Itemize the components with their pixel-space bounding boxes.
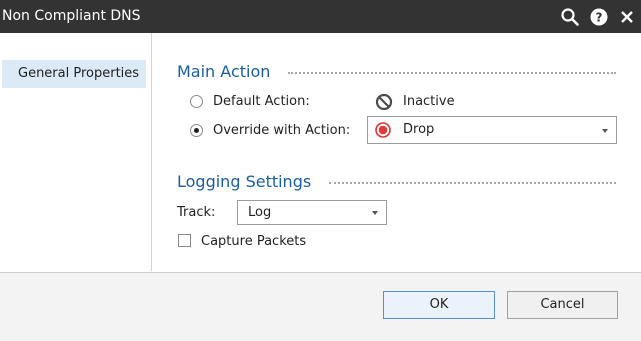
sidebar: General Properties <box>0 33 152 271</box>
sidebar-item-general-properties[interactable]: General Properties <box>2 60 146 88</box>
dialog-footer: OK Cancel <box>0 272 641 341</box>
main-action-heading: Main Action <box>177 62 271 81</box>
default-action-label: Default Action: <box>213 94 310 109</box>
override-action-label: Override with Action: <box>213 123 351 138</box>
search-icon[interactable] <box>560 7 580 27</box>
chevron-down-icon <box>372 211 378 215</box>
override-action-value: Drop <box>403 122 435 137</box>
drop-icon <box>375 122 391 138</box>
track-label: Track: <box>177 205 216 220</box>
default-action-radio[interactable] <box>190 95 203 108</box>
title-bar: Non Compliant DNS ? <box>0 0 641 33</box>
prohibited-icon <box>375 93 393 111</box>
override-action-radio[interactable] <box>190 124 203 137</box>
default-action-value: Inactive <box>403 94 455 109</box>
override-action-dropdown[interactable]: Drop <box>367 116 617 144</box>
capture-packets-label: Capture Packets <box>201 234 307 249</box>
section-divider <box>329 182 616 184</box>
logging-settings-heading: Logging Settings <box>177 172 312 191</box>
close-icon[interactable] <box>617 7 637 27</box>
help-icon[interactable]: ? <box>589 7 609 27</box>
ok-button[interactable]: OK <box>383 291 495 319</box>
track-value: Log <box>248 205 272 220</box>
capture-packets-checkbox[interactable] <box>178 234 191 247</box>
window-title: Non Compliant DNS <box>2 8 141 24</box>
track-dropdown[interactable]: Log <box>237 200 387 225</box>
section-divider <box>288 72 616 74</box>
svg-text:?: ? <box>596 11 603 25</box>
cancel-button[interactable]: Cancel <box>507 291 618 319</box>
chevron-down-icon <box>602 129 608 133</box>
